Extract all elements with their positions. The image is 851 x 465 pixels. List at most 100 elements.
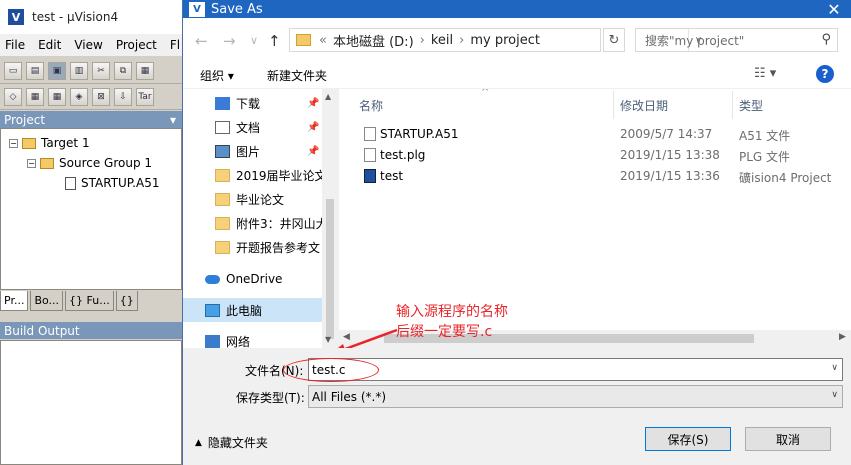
nav-item-documents[interactable]: 文档 📌 — [183, 115, 338, 139]
save-all-icon[interactable]: ▥ — [70, 61, 88, 80]
scrollbar-thumb[interactable] — [326, 199, 334, 339]
pin-icon: 📌 — [307, 121, 320, 133]
refresh-icon: ↻ — [608, 32, 620, 48]
up-arrow-icon[interactable]: ↑ — [268, 32, 281, 50]
new-folder-button[interactable]: 新建文件夹 — [267, 67, 327, 84]
forward-arrow-icon[interactable]: → — [223, 32, 236, 50]
open-file-icon[interactable]: ▤ — [26, 61, 44, 80]
tab-books[interactable]: Bo... — [30, 291, 64, 311]
nav-pane-scrollbar[interactable]: ▲ ▼ — [322, 89, 338, 348]
back-arrow-icon[interactable]: ← — [195, 32, 208, 50]
column-header-name[interactable]: 名称 — [359, 97, 383, 114]
project-panel-header: Project ▾ — [0, 111, 182, 128]
uvision-menu-bar: File Edit View Project Fl — [0, 34, 190, 56]
column-header-date[interactable]: 修改日期 — [620, 97, 668, 114]
file-type: A51 文件 — [739, 129, 791, 143]
hide-folders-toggle[interactable]: ▲ 隐藏文件夹 — [195, 434, 268, 451]
close-icon[interactable]: ✕ — [824, 0, 844, 19]
address-segment-project[interactable]: my project — [470, 33, 540, 48]
filename-input[interactable]: test.c ∨ — [308, 358, 843, 381]
tab-templates[interactable]: {} — [115, 291, 138, 311]
nav-item-label: 2019届毕业论文 — [236, 168, 327, 183]
nav-item-pictures[interactable]: 图片 📌 — [183, 139, 338, 163]
menu-edit[interactable]: Edit — [38, 38, 61, 52]
collapse-icon[interactable]: − — [27, 158, 36, 168]
file-date: 2019/1/15 13:38 — [620, 148, 720, 162]
nav-item-this-pc[interactable]: 此电脑 — [183, 298, 338, 322]
nav-item-network[interactable]: 网络 — [183, 329, 338, 348]
nav-item-downloads[interactable]: 下载 📌 — [183, 91, 338, 115]
chevron-right-icon[interactable]: › — [459, 33, 464, 48]
column-divider[interactable] — [732, 91, 733, 119]
view-options-icon[interactable]: ☷ ▾ — [754, 66, 776, 81]
tree-node-group[interactable]: − Source Group 1 — [27, 154, 152, 172]
panel-dropdown-icon[interactable]: ▾ — [170, 113, 176, 127]
copy-icon[interactable]: ⧉ — [114, 61, 132, 80]
file-row[interactable]: test 2019/1/15 13:36 礦ision4 Project — [339, 166, 851, 187]
scroll-up-icon[interactable]: ▲ — [325, 92, 331, 101]
save-icon[interactable]: ▣ — [48, 61, 66, 80]
file-name: test — [380, 169, 404, 183]
tree-node-target[interactable]: − Target 1 — [9, 134, 90, 152]
folder-icon — [215, 192, 230, 206]
help-icon[interactable]: ? — [816, 65, 834, 83]
nav-item-label: 附件3：井冈山大 — [236, 216, 328, 231]
download-flash-icon[interactable]: ⇩ — [114, 87, 132, 106]
rebuild-icon[interactable]: ▦ — [48, 87, 66, 106]
search-icon[interactable]: ⚲ — [821, 32, 831, 47]
save-as-dialog: V Save As ✕ ← → ∨ ↑ « 本地磁盘 (D:) › keil ›… — [182, 0, 851, 465]
cancel-button[interactable]: 取消 — [745, 427, 831, 451]
address-bar[interactable]: « 本地磁盘 (D:) › keil › my project ∨ — [289, 28, 702, 52]
column-header-type[interactable]: 类型 — [739, 97, 763, 114]
address-segment-keil[interactable]: keil — [431, 33, 453, 48]
filetype-value: All Files (*.*) — [312, 389, 387, 404]
nav-item-folder[interactable]: 开题报告参考文 — [183, 235, 338, 259]
nav-item-label: 下载 — [236, 96, 261, 111]
build-output-pane — [0, 340, 182, 465]
chevron-down-icon[interactable]: ∨ — [831, 390, 838, 400]
collapse-icon[interactable]: − — [9, 138, 18, 148]
menu-project[interactable]: Project — [116, 38, 157, 52]
nav-item-onedrive[interactable]: OneDrive — [183, 267, 338, 291]
address-overflow[interactable]: « — [319, 33, 327, 48]
uvision-toolbar-1: ▭ ▤ ▣ ▥ ✂ ⧉ ▦ — [0, 58, 190, 84]
stop-build-icon[interactable]: ⊠ — [92, 87, 110, 106]
uvision-title-bar: V test - μVision4 — [0, 0, 190, 34]
file-name: STARTUP.A51 — [380, 127, 459, 141]
organize-button[interactable]: 组织 ▾ — [200, 67, 234, 84]
new-file-icon[interactable]: ▭ — [4, 61, 22, 80]
tree-node-file[interactable]: STARTUP.A51 — [65, 174, 159, 192]
nav-item-folder[interactable]: 毕业论文 — [183, 187, 338, 211]
file-row[interactable]: test.plg 2019/1/15 13:38 PLG 文件 — [339, 145, 851, 166]
chevron-down-icon[interactable]: ∨ — [831, 363, 838, 373]
translate-icon[interactable]: ◇ — [4, 87, 22, 106]
chevron-right-icon[interactable]: › — [420, 33, 425, 48]
address-segment-drive[interactable]: 本地磁盘 (D:) — [333, 31, 414, 50]
dialog-app-icon: V — [189, 1, 205, 17]
menu-view[interactable]: View — [74, 38, 102, 52]
scroll-right-icon[interactable]: ▶ — [839, 332, 846, 342]
menu-flash[interactable]: Fl — [170, 38, 180, 52]
refresh-button[interactable]: ↻ — [603, 28, 625, 52]
nav-item-folder[interactable]: 附件3：井冈山大 — [183, 211, 338, 235]
recent-dropdown-icon[interactable]: ∨ — [250, 34, 258, 47]
project-tree: − Target 1 − Source Group 1 STARTUP.A51 — [0, 128, 182, 290]
nav-item-folder[interactable]: 2019届毕业论文 — [183, 163, 338, 187]
paste-icon[interactable]: ▦ — [136, 61, 154, 80]
sort-ascending-icon: ^ — [481, 89, 490, 98]
filetype-select[interactable]: All Files (*.*) ∨ — [308, 385, 843, 408]
source-file-icon — [65, 176, 76, 190]
cut-icon[interactable]: ✂ — [92, 61, 110, 80]
pin-icon: 📌 — [307, 145, 320, 157]
navigation-pane: 下载 📌 文档 📌 图片 📌 2019届毕业论文 毕业论文 附件3：井冈山大 开… — [183, 89, 338, 348]
file-row[interactable]: STARTUP.A51 2009/5/7 14:37 A51 文件 — [339, 124, 851, 145]
build-icon[interactable]: ▦ — [26, 87, 44, 106]
tab-functions[interactable]: {} Fu... — [65, 291, 114, 311]
menu-file[interactable]: File — [5, 38, 25, 52]
column-divider[interactable] — [613, 91, 614, 119]
save-button[interactable]: 保存(S) — [645, 427, 731, 451]
search-input[interactable]: 搜索"my project" ⚲ — [635, 28, 838, 52]
tab-project[interactable]: Pr... — [0, 291, 29, 311]
target-select[interactable]: Tar — [136, 87, 154, 106]
batch-build-icon[interactable]: ◈ — [70, 87, 88, 106]
